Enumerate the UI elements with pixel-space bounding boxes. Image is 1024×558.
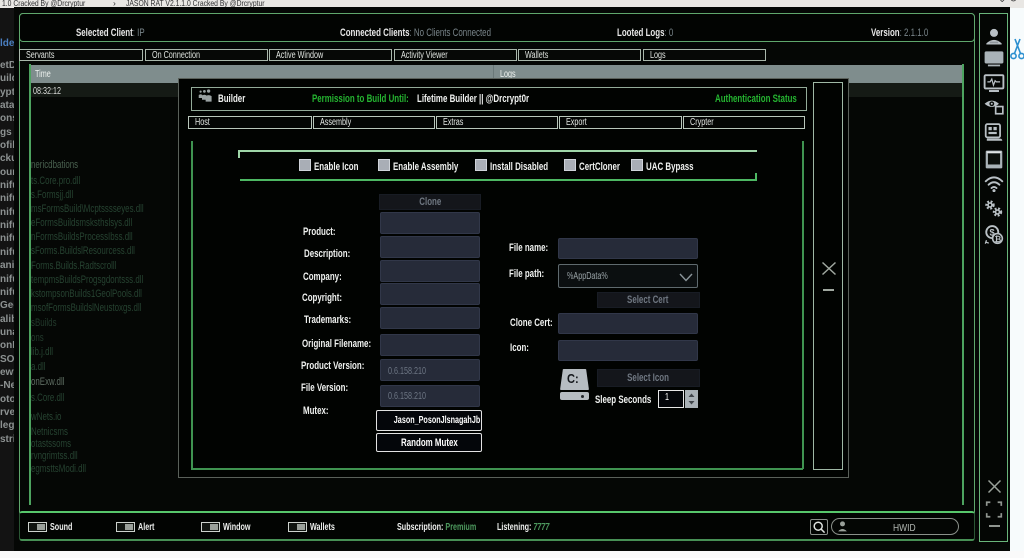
- svg-text:₿: ₿: [994, 234, 1001, 243]
